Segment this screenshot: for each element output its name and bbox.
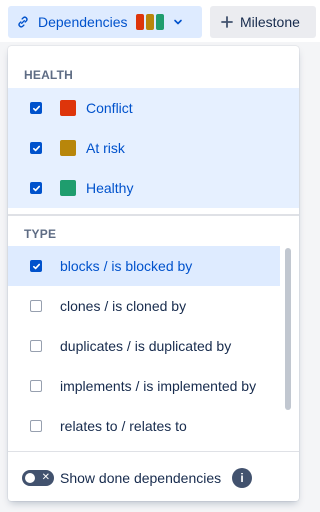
toggle-knob — [25, 473, 35, 483]
type-option-label: clones / is cloned by — [60, 298, 187, 314]
toolbar: Dependencies Milestone — [0, 0, 320, 42]
type-option-duplicates[interactable]: duplicates / is duplicated by — [8, 326, 280, 366]
type-option-blocks[interactable]: blocks / is blocked by — [8, 246, 280, 286]
section-divider — [8, 214, 299, 216]
plus-icon — [220, 15, 234, 29]
health-section-title: HEALTH — [24, 68, 73, 82]
dependencies-label: Dependencies — [38, 14, 128, 30]
health-option-at-risk[interactable]: At risk — [8, 128, 299, 168]
show-done-toggle[interactable]: ✕ — [22, 470, 54, 486]
type-option-label: duplicates / is duplicated by — [60, 338, 232, 354]
dependencies-button[interactable]: Dependencies — [8, 6, 202, 38]
footer: ✕ Show done dependencies i — [8, 458, 299, 498]
health-option-conflict[interactable]: Conflict — [8, 88, 299, 128]
checkbox[interactable] — [30, 260, 42, 272]
at-risk-swatch — [145, 14, 154, 30]
info-icon[interactable]: i — [232, 468, 252, 488]
type-section-title: TYPE — [24, 227, 57, 241]
add-milestone-button[interactable]: Milestone — [210, 6, 316, 38]
checkbox[interactable] — [30, 340, 42, 352]
health-option-label: Conflict — [86, 100, 133, 116]
milestone-label: Milestone — [240, 14, 300, 30]
type-list[interactable]: blocks / is blocked by clones / is clone… — [8, 246, 299, 446]
type-option-relates[interactable]: relates to / relates to — [8, 406, 280, 446]
health-swatches — [135, 14, 164, 30]
healthy-swatch — [155, 14, 164, 30]
conflict-swatch — [135, 14, 144, 30]
checkbox[interactable] — [30, 142, 42, 154]
dependencies-dropdown: HEALTH Conflict At risk Healthy TYPE blo… — [8, 46, 299, 501]
type-option-label: implements / is implemented by — [60, 378, 257, 394]
footer-divider — [8, 451, 299, 452]
close-icon: ✕ — [41, 472, 50, 483]
type-option-label: relates to / relates to — [60, 418, 187, 434]
health-option-label: Healthy — [86, 180, 134, 196]
checkbox[interactable] — [30, 182, 42, 194]
type-option-label: blocks / is blocked by — [60, 258, 193, 274]
conflict-color-swatch — [60, 100, 76, 116]
health-option-healthy[interactable]: Healthy — [8, 168, 299, 208]
at-risk-color-swatch — [60, 140, 76, 156]
type-option-clones[interactable]: clones / is cloned by — [8, 286, 280, 326]
checkbox[interactable] — [30, 102, 42, 114]
healthy-color-swatch — [60, 180, 76, 196]
checkbox[interactable] — [30, 300, 42, 312]
type-option-implements[interactable]: implements / is implemented by — [8, 366, 280, 406]
checkbox[interactable] — [30, 420, 42, 432]
health-option-label: At risk — [86, 140, 125, 156]
scrollbar-thumb[interactable] — [285, 248, 291, 410]
show-done-label: Show done dependencies — [60, 470, 222, 486]
chevron-down-icon — [172, 16, 184, 28]
link-icon — [16, 14, 32, 30]
checkbox[interactable] — [30, 380, 42, 392]
